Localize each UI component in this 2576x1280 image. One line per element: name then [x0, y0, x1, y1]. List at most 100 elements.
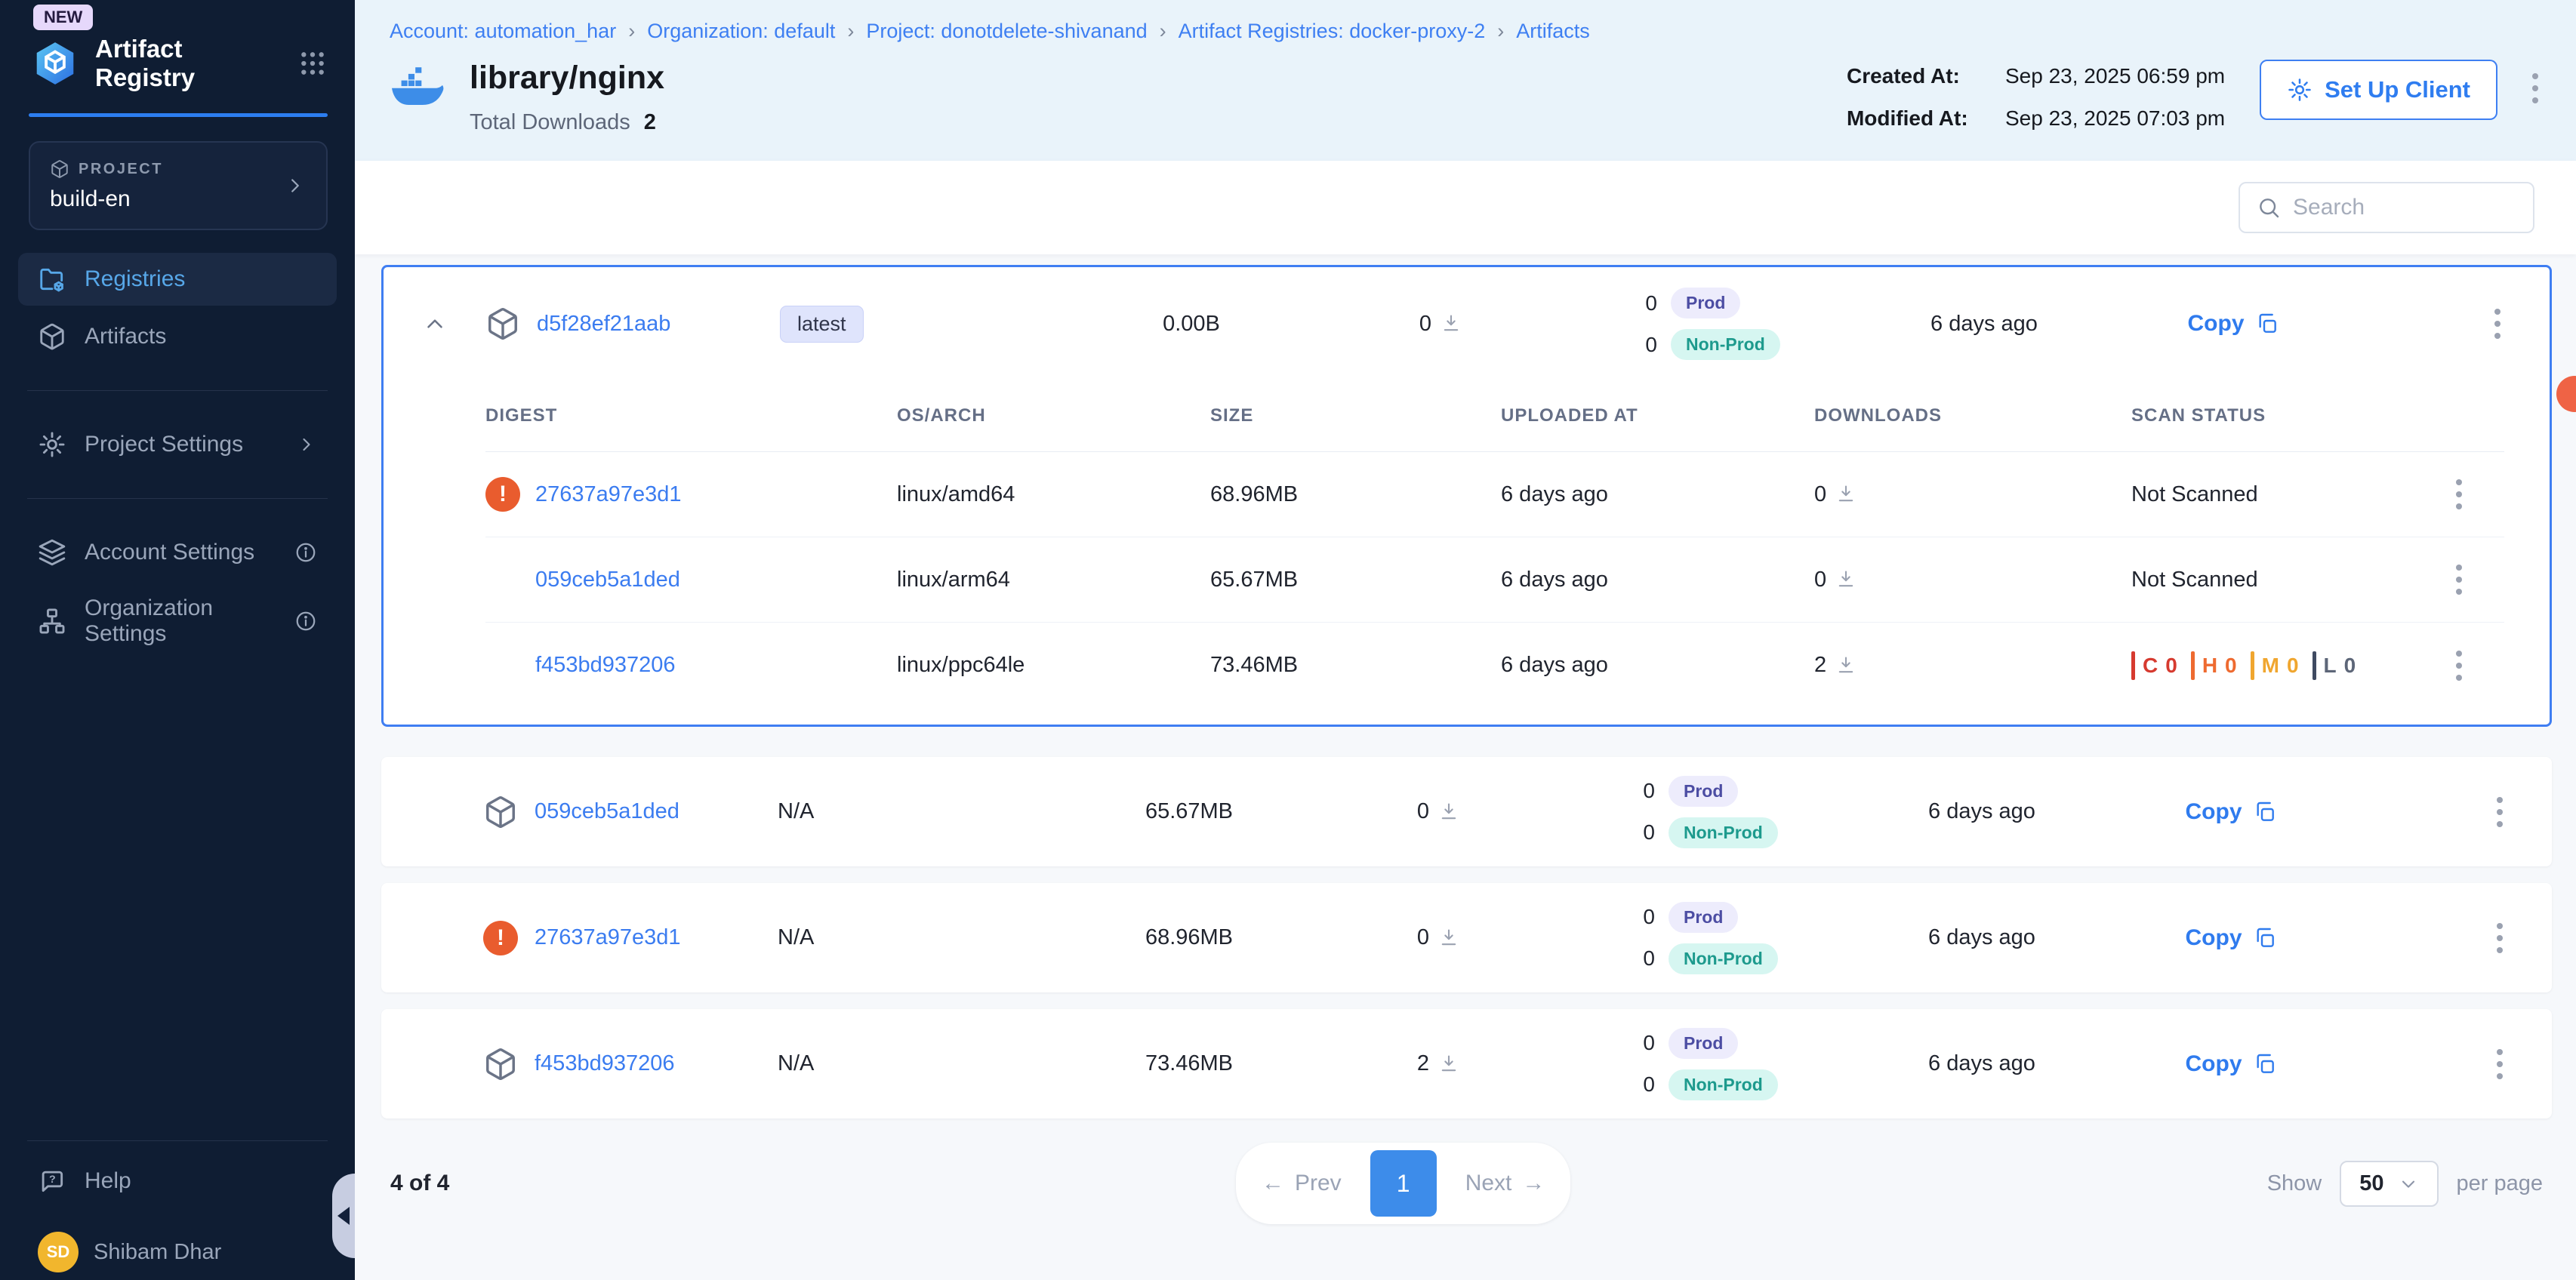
project-label: PROJECT — [79, 161, 163, 178]
artifact-card: 059ceb5a1ded N/A 65.67MB 0 0 Prod — [381, 757, 2552, 866]
app-logo-row: Artifact Registry — [32, 35, 328, 92]
digest-size: 65.67MB — [1210, 568, 1501, 592]
project-selector[interactable]: PROJECT build-en — [29, 141, 328, 230]
row-kebab-menu-icon[interactable] — [2494, 309, 2501, 339]
project-cube-icon — [50, 159, 69, 179]
arrow-left-icon: ← — [1262, 1171, 1284, 1196]
nonprod-badge: Non-Prod — [1669, 943, 1778, 974]
breadcrumb-account[interactable]: Account: automation_har — [390, 20, 616, 43]
sidebar-item-help[interactable]: ? Help — [18, 1155, 337, 1208]
user-profile[interactable]: SD Shibam Dhar — [0, 1212, 355, 1280]
artifact-downloads: 0 — [1417, 799, 1429, 824]
page-size-select[interactable]: 50 — [2340, 1161, 2438, 1207]
copy-pull-command-button[interactable]: Copy — [2106, 925, 2356, 951]
info-icon[interactable] — [294, 541, 317, 564]
apps-grid-icon[interactable] — [297, 48, 328, 78]
project-name: build-en — [50, 186, 284, 212]
artifact-card: f453bd937206 N/A 73.46MB 2 0 Prod — [381, 1009, 2552, 1118]
collapse-arrow-icon — [337, 1207, 350, 1225]
row-kebab-menu-icon[interactable] — [2497, 923, 2503, 953]
tag-value: N/A — [778, 925, 814, 949]
digest-table: DIGEST OS/ARCH SIZE UPLOADED AT DOWNLOAD… — [485, 380, 2504, 708]
user-avatar: SD — [38, 1232, 79, 1272]
digest-downloads: 2 — [1814, 653, 1826, 678]
artifact-list: d5f28ef21aab latest 0.00B 0 0 Prod — [355, 254, 2576, 1280]
sidebar-item-artifacts[interactable]: Artifacts — [18, 310, 337, 363]
digest-row: f453bd937206 linux/ppc64le 73.46MB 6 day… — [485, 623, 2504, 708]
collapse-row-chevron-icon[interactable] — [384, 311, 485, 337]
sidebar-item-label: Organization Settings — [85, 595, 276, 647]
artifact-digest-link[interactable]: f453bd937206 — [535, 1051, 674, 1076]
artifact-digest-link[interactable]: d5f28ef21aab — [537, 312, 670, 337]
breadcrumb-separator: › — [1497, 20, 1504, 43]
prod-badge: Prod — [1669, 1028, 1738, 1059]
digest-link[interactable]: 27637a97e3d1 — [535, 482, 682, 507]
col-scan-status: SCAN STATUS — [2131, 405, 2456, 426]
digest-size: 68.96MB — [1210, 482, 1501, 507]
artifact-size: 73.46MB — [1065, 1051, 1314, 1076]
tag-badge: latest — [780, 306, 864, 343]
package-icon — [483, 1047, 518, 1082]
info-icon[interactable] — [294, 610, 317, 632]
sidebar-collapse-handle[interactable] — [332, 1174, 355, 1258]
sidebar-item-account-settings[interactable]: Account Settings — [18, 526, 337, 579]
artifact-card-expanded: d5f28ef21aab latest 0.00B 0 0 Prod — [381, 265, 2552, 727]
digest-kebab-menu-icon[interactable] — [2456, 479, 2462, 509]
uploaded-at: 6 days ago — [1857, 799, 2106, 824]
total-downloads-value: 2 — [644, 110, 656, 135]
breadcrumb-organization[interactable]: Organization: default — [647, 20, 835, 43]
breadcrumb-registry[interactable]: Artifact Registries: docker-proxy-2 — [1179, 20, 1486, 43]
search-box[interactable] — [2239, 182, 2534, 233]
digest-link[interactable]: 059ceb5a1ded — [535, 568, 680, 592]
breadcrumb-artifacts[interactable]: Artifacts — [1516, 20, 1590, 43]
artifact-digest-link[interactable]: 27637a97e3d1 — [535, 925, 681, 950]
artifact-size: 68.96MB — [1065, 925, 1314, 950]
gear-icon — [38, 430, 66, 459]
nonprod-count: 0 — [1641, 333, 1657, 357]
row-kebab-menu-icon[interactable] — [2497, 797, 2503, 827]
help-chat-icon: ? — [38, 1167, 66, 1195]
sidebar-divider — [27, 390, 328, 391]
scan-status: Not Scanned — [2131, 482, 2456, 507]
sidebar-item-organization-settings[interactable]: Organization Settings — [18, 583, 337, 659]
sidebar-item-registries[interactable]: Registries — [18, 253, 337, 306]
set-up-client-button[interactable]: Set Up Client — [2260, 60, 2497, 120]
scan-critical-chip: C 0 — [2131, 651, 2177, 680]
sidebar-item-label: Account Settings — [85, 540, 276, 565]
breadcrumb: Account: automation_har › Organization: … — [390, 20, 2538, 43]
copy-pull-command-button[interactable]: Copy — [2109, 311, 2358, 337]
row-kebab-menu-icon[interactable] — [2497, 1049, 2503, 1079]
tag-value: N/A — [778, 799, 814, 823]
digest-link[interactable]: f453bd937206 — [535, 653, 675, 678]
tag-value: N/A — [778, 1051, 814, 1075]
next-page-button[interactable]: Next → — [1465, 1171, 1545, 1196]
prod-badge: Prod — [1669, 776, 1738, 807]
search-input[interactable] — [2293, 195, 2516, 220]
page-title: library/nginx — [470, 60, 664, 97]
sidebar-item-project-settings[interactable]: Project Settings — [18, 418, 337, 471]
breadcrumb-project[interactable]: Project: donotdelete-shivanand — [866, 20, 1147, 43]
next-label: Next — [1465, 1171, 1512, 1196]
created-at-label: Created At: — [1847, 64, 2005, 88]
col-os-arch: OS/ARCH — [897, 405, 1210, 426]
user-name: Shibam Dhar — [94, 1240, 221, 1265]
header-kebab-menu-icon[interactable] — [2532, 73, 2538, 103]
sidebar-item-label: Registries — [85, 266, 317, 292]
warning-icon: ! — [483, 921, 518, 955]
breadcrumb-separator: › — [847, 20, 854, 43]
digest-kebab-menu-icon[interactable] — [2456, 651, 2462, 681]
copy-pull-command-button[interactable]: Copy — [2106, 799, 2356, 825]
page-1-button[interactable]: 1 — [1370, 1150, 1437, 1217]
environment-counts: 0 Prod 0 Non-Prod — [1563, 902, 1857, 974]
digest-row: 059ceb5a1ded linux/arm64 65.67MB 6 days … — [485, 537, 2504, 623]
uploaded-at: 6 days ago — [1857, 1051, 2106, 1076]
col-size: SIZE — [1210, 405, 1501, 426]
set-up-client-label: Set Up Client — [2325, 76, 2470, 103]
artifact-digest-link[interactable]: 059ceb5a1ded — [535, 799, 679, 824]
os-arch: linux/arm64 — [897, 568, 1210, 592]
copy-pull-command-button[interactable]: Copy — [2106, 1051, 2356, 1077]
prev-page-button[interactable]: ← Prev — [1262, 1171, 1342, 1196]
prod-badge: Prod — [1669, 902, 1738, 933]
artifact-registry-logo-icon — [32, 40, 79, 87]
digest-kebab-menu-icon[interactable] — [2456, 565, 2462, 595]
